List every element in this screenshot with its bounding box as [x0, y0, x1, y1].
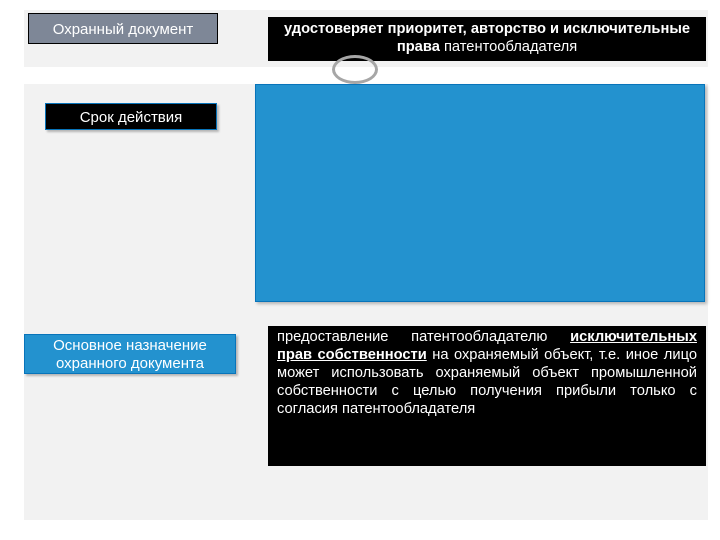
- label-line1: Основное назначение: [53, 337, 207, 354]
- validity-period-label: Срок действия: [45, 103, 217, 130]
- protective-document-label: Охранный документ: [28, 13, 218, 44]
- desc-lead: предоставление патентообладателю: [277, 329, 570, 345]
- desc-tail: патентообладателя: [440, 39, 577, 55]
- label-line2: охранного документа: [56, 355, 204, 372]
- slide: Охранный документ удостоверяет приоритет…: [0, 0, 720, 540]
- validity-period-panel: [255, 84, 705, 302]
- main-purpose-label: Основное назначение охранного документа: [24, 334, 236, 374]
- protective-document-description: удостоверяет приоритет, авторство и искл…: [268, 17, 706, 61]
- ring-icon: [332, 55, 378, 84]
- main-purpose-description: предоставление патентообладателю исключи…: [268, 326, 706, 466]
